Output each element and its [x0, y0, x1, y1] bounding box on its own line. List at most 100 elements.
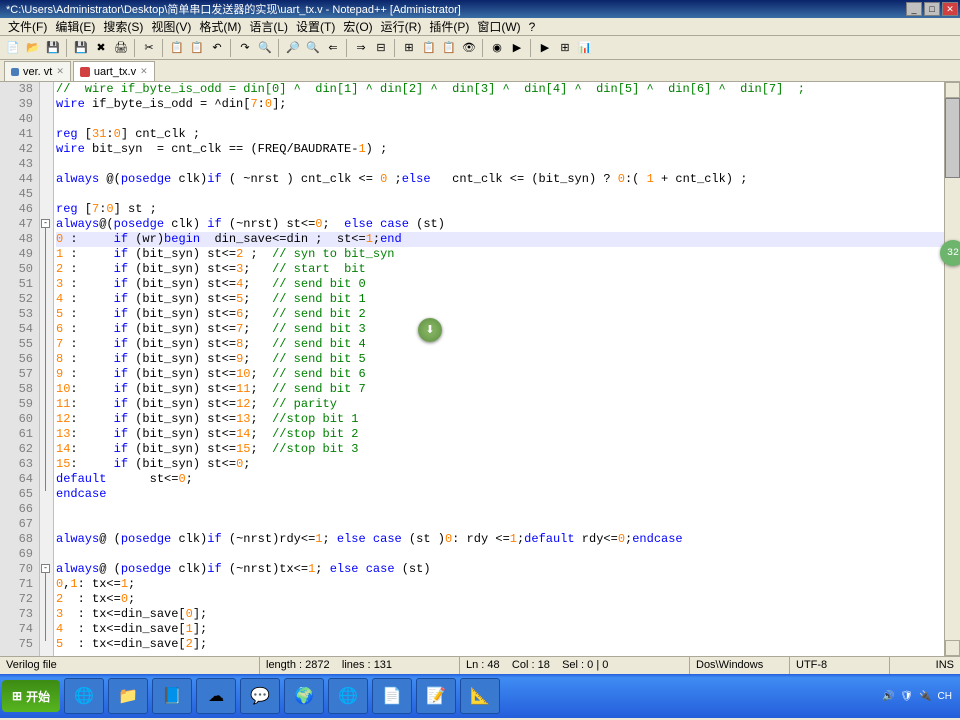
menu-item[interactable]: 运行(R) [377, 18, 426, 35]
code-line[interactable]: 13: if (bit_syn) st<=14; //stop bit 2 [56, 427, 944, 442]
code-line[interactable]: 9 : if (bit_syn) st<=10; // send bit 6 [56, 367, 944, 382]
toolbar-button[interactable]: ✖ [92, 39, 110, 57]
code-line[interactable]: wire if_byte_is_odd = ^din[7:0]; [56, 97, 944, 112]
file-tab[interactable]: ver. vt✕ [4, 61, 71, 81]
menu-item[interactable]: 设置(T) [292, 18, 339, 35]
code-line[interactable]: 7 : if (bit_syn) st<=8; // send bit 4 [56, 337, 944, 352]
menu-item[interactable]: 编辑(E) [51, 18, 99, 35]
code-line[interactable]: 5 : tx<=din_save[2]; [56, 637, 944, 652]
code-line[interactable]: 8 : if (bit_syn) st<=9; // send bit 5 [56, 352, 944, 367]
taskbar-app[interactable]: 📝 [416, 678, 456, 714]
code-line[interactable]: 2 : tx<=0; [56, 592, 944, 607]
close-button[interactable]: ✕ [942, 2, 958, 16]
code-line[interactable]: always@(posedge clk) if (~nrst) st<=0; e… [56, 217, 944, 232]
scroll-thumb[interactable] [945, 98, 960, 178]
toolbar-button[interactable]: 🖨 [112, 39, 130, 57]
code-line[interactable]: 14: if (bit_syn) st<=15; //stop bit 3 [56, 442, 944, 457]
code-line[interactable]: 11: if (bit_syn) st<=12; // parity [56, 397, 944, 412]
menu-item[interactable]: 视图(V) [147, 18, 195, 35]
menu-item[interactable]: 窗口(W) [473, 18, 524, 35]
code-line[interactable]: 12: if (bit_syn) st<=13; //stop bit 1 [56, 412, 944, 427]
fold-toggle[interactable]: - [41, 219, 50, 228]
code-line[interactable]: always @(posedge clk)if ( ~nrst ) cnt_cl… [56, 172, 944, 187]
menu-item[interactable]: 搜索(S) [99, 18, 147, 35]
vertical-scrollbar[interactable] [944, 82, 960, 656]
menu-item[interactable]: 语言(L) [245, 18, 292, 35]
menu-item[interactable]: 宏(O) [339, 18, 376, 35]
tray-icon[interactable]: 🔌 [919, 691, 931, 702]
code-line[interactable]: 4 : tx<=din_save[1]; [56, 622, 944, 637]
toolbar-button[interactable]: ⊟ [372, 39, 390, 57]
scroll-up-button[interactable] [945, 82, 960, 98]
tray-icon[interactable]: CH [938, 691, 952, 702]
code-line[interactable] [56, 547, 944, 562]
minimize-button[interactable]: _ [906, 2, 922, 16]
code-line[interactable] [56, 112, 944, 127]
tab-close-icon[interactable]: ✕ [56, 66, 64, 77]
tray-icon[interactable]: 🔊 [882, 691, 894, 702]
toolbar-button[interactable]: 📂 [24, 39, 42, 57]
code-line[interactable]: 3 : if (bit_syn) st<=4; // send bit 0 [56, 277, 944, 292]
code-line[interactable]: 10: if (bit_syn) st<=11; // send bit 7 [56, 382, 944, 397]
code-line[interactable]: reg [31:0] cnt_clk ; [56, 127, 944, 142]
menu-item[interactable]: 格式(M) [195, 18, 245, 35]
toolbar-button[interactable]: ▶ [536, 39, 554, 57]
toolbar-button[interactable]: ⊞ [400, 39, 418, 57]
toolbar-button[interactable]: 👁 [460, 39, 478, 57]
toolbar-button[interactable]: ⊞ [556, 39, 574, 57]
code-line[interactable]: 0,1: tx<=1; [56, 577, 944, 592]
toolbar-button[interactable]: 🔍 [304, 39, 322, 57]
toolbar-button[interactable]: ▶ [508, 39, 526, 57]
code-line[interactable] [56, 502, 944, 517]
taskbar-app[interactable]: 🌍 [284, 678, 324, 714]
toolbar-button[interactable]: 📄 [4, 39, 22, 57]
code-line[interactable]: 4 : if (bit_syn) st<=5; // send bit 1 [56, 292, 944, 307]
taskbar-app[interactable]: 📁 [108, 678, 148, 714]
toolbar-button[interactable]: ◉ [488, 39, 506, 57]
toolbar-button[interactable]: ⇒ [352, 39, 370, 57]
code-line[interactable]: 0 : if (wr)begin din_save<=din ; st<=1;e… [56, 232, 944, 247]
menu-item[interactable]: 插件(P) [425, 18, 473, 35]
start-button[interactable]: ⊞ 开始 [2, 680, 60, 712]
taskbar-app[interactable]: 🌐 [328, 678, 368, 714]
toolbar-button[interactable]: ⇐ [324, 39, 342, 57]
side-badge[interactable]: 32 [940, 240, 960, 266]
code-line[interactable] [56, 157, 944, 172]
toolbar-button[interactable]: 📊 [576, 39, 594, 57]
toolbar-button[interactable]: ↷ [236, 39, 254, 57]
toolbar-button[interactable]: 📋 [188, 39, 206, 57]
code-line[interactable]: 1 : if (bit_syn) st<=2 ; // syn to bit_s… [56, 247, 944, 262]
toolbar-button[interactable]: ↶ [208, 39, 226, 57]
scroll-down-button[interactable] [945, 640, 960, 656]
code-line[interactable]: reg [7:0] st ; [56, 202, 944, 217]
taskbar-app[interactable]: 💬 [240, 678, 280, 714]
tray-icon[interactable]: 🛡 [900, 691, 913, 702]
code-line[interactable]: 6 : if (bit_syn) st<=7; // send bit 3 [56, 322, 944, 337]
code-line[interactable]: wire bit_syn = cnt_clk == (FREQ/BAUDRATE… [56, 142, 944, 157]
code-line[interactable]: 5 : if (bit_syn) st<=6; // send bit 2 [56, 307, 944, 322]
taskbar-app[interactable]: 📘 [152, 678, 192, 714]
toolbar-button[interactable]: 💾 [72, 39, 90, 57]
code-line[interactable]: 3 : tx<=din_save[0]; [56, 607, 944, 622]
toolbar-button[interactable]: 📋 [440, 39, 458, 57]
file-tab[interactable]: uart_tx.v✕ [73, 61, 155, 81]
code-line[interactable]: 15: if (bit_syn) st<=0; [56, 457, 944, 472]
taskbar-app[interactable]: 🌐 [64, 678, 104, 714]
toolbar-button[interactable]: 🔍 [256, 39, 274, 57]
toolbar-button[interactable]: 📋 [168, 39, 186, 57]
toolbar-button[interactable]: 📋 [420, 39, 438, 57]
menu-item[interactable]: 文件(F) [4, 18, 51, 35]
taskbar-app[interactable]: ☁ [196, 678, 236, 714]
taskbar-app[interactable]: 📐 [460, 678, 500, 714]
code-line[interactable]: always@ (posedge clk)if (~nrst)tx<=1; el… [56, 562, 944, 577]
maximize-button[interactable]: □ [924, 2, 940, 16]
fold-toggle[interactable]: - [41, 564, 50, 573]
menu-item[interactable]: ? [525, 20, 540, 34]
code-line[interactable]: always@ (posedge clk)if (~nrst)rdy<=1; e… [56, 532, 944, 547]
code-line[interactable]: // wire if_byte_is_odd = din[0] ^ din[1]… [56, 82, 944, 97]
taskbar-app[interactable]: 📄 [372, 678, 412, 714]
code-line[interactable] [56, 187, 944, 202]
toolbar-button[interactable]: ✂ [140, 39, 158, 57]
code-area[interactable]: // wire if_byte_is_odd = din[0] ^ din[1]… [54, 82, 944, 656]
toolbar-button[interactable]: 💾 [44, 39, 62, 57]
